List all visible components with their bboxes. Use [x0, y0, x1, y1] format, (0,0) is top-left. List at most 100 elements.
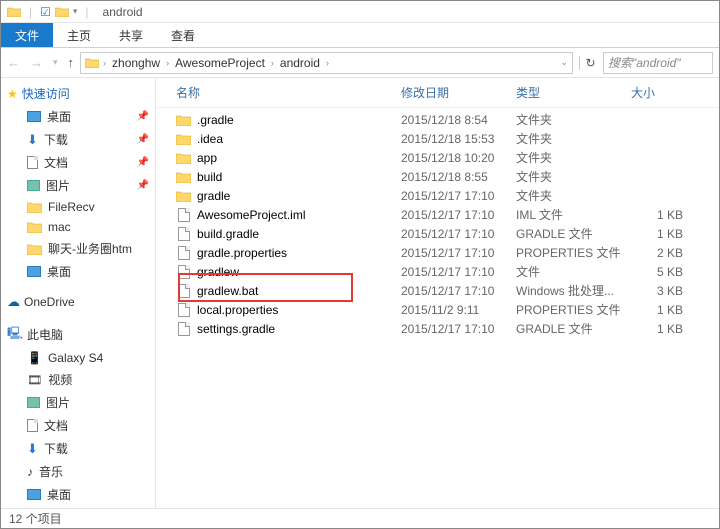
file-list-pane: 名称 修改日期 类型 大小 .gradle 2015/12/18 8:54 文件… [156, 78, 719, 508]
file-size: 1 KB [631, 227, 691, 241]
sidebar-item[interactable]: ⬇下载📌 [1, 128, 155, 151]
col-size[interactable]: 大小 [631, 84, 691, 101]
ribbon-tabs: 文件 主页 共享 查看 [1, 23, 719, 48]
tab-file[interactable]: 文件 [1, 23, 53, 47]
file-type: 文件夹 [516, 111, 631, 128]
sidebar-item-label: 文档 [44, 417, 68, 434]
sidebar-item-label: 桌面 [47, 263, 71, 280]
file-row[interactable]: build.gradle 2015/12/17 17:10 GRADLE 文件 … [156, 224, 719, 243]
file-size: 5 KB [631, 265, 691, 279]
file-name: gradlew.bat [197, 284, 258, 298]
onedrive-icon: ☁ [7, 294, 20, 310]
recent-dropdown-icon[interactable]: ▾ [53, 57, 58, 68]
pin-icon: 📌 [137, 180, 149, 191]
file-date: 2015/11/2 9:11 [401, 303, 516, 317]
video-icon: 🎞 [27, 373, 42, 387]
qat-dropdown-icon[interactable]: ▾ [73, 6, 78, 17]
sidebar-item-label: 下载 [44, 440, 68, 457]
titlebar: | ☑ ▾ | android [1, 1, 719, 23]
breadcrumb-item[interactable]: AwesomeProject [173, 56, 267, 70]
file-row[interactable]: .idea 2015/12/18 15:53 文件夹 [156, 129, 719, 148]
file-name: gradle [197, 189, 230, 203]
sidebar-item[interactable]: FileRecv [1, 197, 155, 217]
sidebar-item[interactable]: mac [1, 217, 155, 237]
address-dropdown-icon[interactable]: ⌄ [560, 57, 568, 68]
folder-icon [176, 113, 191, 126]
file-date: 2015/12/17 17:10 [401, 189, 516, 203]
pin-icon: 📌 [137, 157, 149, 168]
breadcrumb-item[interactable]: android [278, 56, 322, 70]
quick-access-header[interactable]: ★ 快速访问 [1, 82, 155, 105]
up-button[interactable]: ↑ [68, 55, 75, 70]
onedrive-header[interactable]: ☁ OneDrive [1, 291, 155, 313]
this-pc-header[interactable]: 🖳 此电脑 [1, 321, 155, 348]
file-row[interactable]: app 2015/12/18 10:20 文件夹 [156, 148, 719, 167]
qat-checkbox-icon[interactable]: ☑ [40, 5, 51, 19]
file-row[interactable]: build 2015/12/18 8:55 文件夹 [156, 167, 719, 186]
sidebar-item[interactable]: 文档 [1, 414, 155, 437]
forward-button[interactable]: → [30, 55, 43, 70]
sidebar-item[interactable]: ♪ 音乐 [1, 460, 155, 483]
sidebar-item[interactable]: 桌面 [1, 483, 155, 506]
sidebar-item-label: 图片 [46, 394, 70, 411]
search-placeholder: 搜索"android" [608, 54, 681, 71]
file-rows: .gradle 2015/12/18 8:54 文件夹 .idea 2015/1… [156, 108, 719, 338]
sidebar-item[interactable]: 🎞视频 [1, 368, 155, 391]
file-row[interactable]: settings.gradle 2015/12/17 17:10 GRADLE … [156, 319, 719, 338]
tab-share[interactable]: 共享 [105, 23, 157, 47]
col-date[interactable]: 修改日期 [401, 84, 516, 101]
file-type: 文件夹 [516, 149, 631, 166]
file-row[interactable]: local.properties 2015/11/2 9:11 PROPERTI… [156, 300, 719, 319]
chevron-right-icon[interactable]: › [103, 58, 106, 68]
file-date: 2015/12/18 15:53 [401, 132, 516, 146]
sidebar-item-label: 音乐 [39, 463, 63, 480]
navigation-pane: ★ 快速访问 桌面📌⬇下载📌文档📌图片📌FileRecvmac聊天-业务圈htm… [1, 78, 156, 508]
file-row[interactable]: gradle 2015/12/17 17:10 文件夹 [156, 186, 719, 205]
sidebar-item-label: FileRecv [48, 200, 95, 214]
file-date: 2015/12/17 17:10 [401, 208, 516, 222]
chevron-right-icon[interactable]: › [271, 58, 274, 68]
window-title: android [103, 5, 143, 19]
file-row[interactable]: gradlew.bat 2015/12/17 17:10 Windows 批处理… [156, 281, 719, 300]
sidebar-item[interactable]: 图片 [1, 391, 155, 414]
file-date: 2015/12/18 10:20 [401, 151, 516, 165]
tab-view[interactable]: 查看 [157, 23, 209, 47]
col-name[interactable]: 名称 [176, 84, 401, 101]
sidebar-item[interactable]: ⬇下载 [1, 437, 155, 460]
chevron-right-icon[interactable]: › [326, 58, 329, 68]
qat-folder-icon[interactable] [55, 6, 69, 17]
separator-icon: | [85, 5, 88, 19]
folder-icon [27, 201, 42, 213]
file-name: gradle.properties [197, 246, 287, 260]
sidebar-item[interactable]: 桌面 [1, 260, 155, 283]
sidebar-item[interactable]: 图片📌 [1, 174, 155, 197]
file-row[interactable]: AwesomeProject.iml 2015/12/17 17:10 IML … [156, 205, 719, 224]
col-type[interactable]: 类型 [516, 84, 631, 101]
file-name: .idea [197, 132, 223, 146]
sidebar-item[interactable]: 文档📌 [1, 151, 155, 174]
item-count: 12 个项目 [9, 510, 62, 527]
breadcrumb-item[interactable]: zhonghw [110, 56, 162, 70]
file-row[interactable]: gradle.properties 2015/12/17 17:10 PROPE… [156, 243, 719, 262]
nav-arrows: ← → ▾ ↑ [7, 55, 74, 70]
sidebar-item-label: 下载 [44, 131, 68, 148]
pin-icon: 📌 [137, 111, 149, 122]
file-row[interactable]: .gradle 2015/12/18 8:54 文件夹 [156, 110, 719, 129]
refresh-button[interactable]: ↻ [579, 56, 597, 70]
back-button[interactable]: ← [7, 55, 20, 70]
chevron-right-icon[interactable]: › [166, 58, 169, 68]
sidebar-item[interactable]: 聊天-业务圈htm [1, 237, 155, 260]
file-size: 1 KB [631, 322, 691, 336]
address-bar[interactable]: › zhonghw › AwesomeProject › android › ⌄ [80, 52, 573, 74]
search-box[interactable]: 搜索"android" [603, 52, 713, 74]
sidebar-item[interactable]: 桌面📌 [1, 105, 155, 128]
pc-icon: 🖳 [7, 324, 23, 345]
music-icon: ♪ [27, 465, 33, 479]
file-size: 1 KB [631, 303, 691, 317]
file-type: GRADLE 文件 [516, 320, 631, 337]
file-date: 2015/12/17 17:10 [401, 322, 516, 336]
sidebar-item[interactable]: 📱Galaxy S4 [1, 348, 155, 368]
file-size: 1 KB [631, 208, 691, 222]
file-row[interactable]: gradlew 2015/12/17 17:10 文件 5 KB [156, 262, 719, 281]
tab-home[interactable]: 主页 [53, 23, 105, 47]
